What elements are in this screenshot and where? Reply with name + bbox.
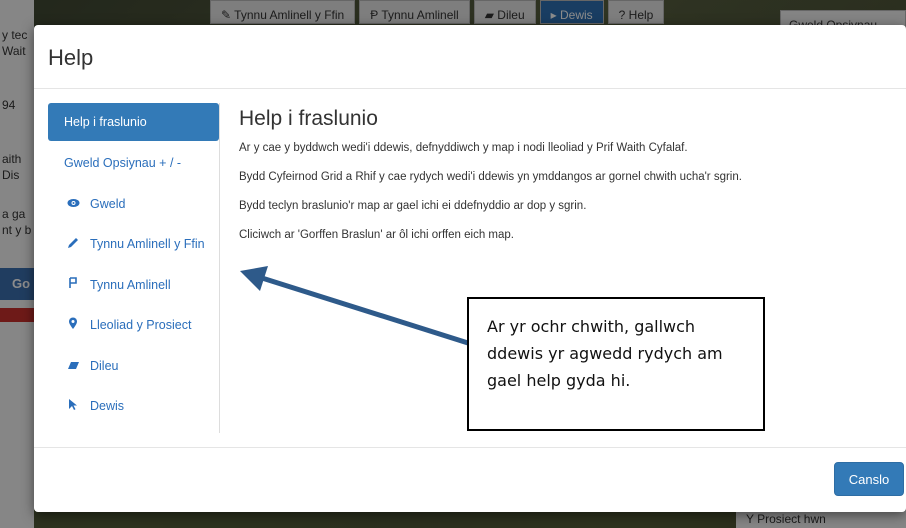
nav-item-label: Dileu <box>90 358 119 373</box>
nav-item-label: Dewis <box>90 399 125 414</box>
help-paragraph: Bydd teclyn braslunio'r map ar gael ichi… <box>239 200 587 212</box>
help-paragraph: Cliciwch ar 'Gorffen Braslun' ar ôl ichi… <box>239 229 514 241</box>
help-topics-nav: Help i fraslunio Gweld Opsiynau + / - Gw… <box>48 103 220 433</box>
nav-item-draw-outline[interactable]: Tynnu Amlinell <box>48 265 219 306</box>
nav-item-label: Gweld Opsiynau + / - <box>64 156 182 171</box>
nav-item-label: Help i fraslunio <box>64 115 147 129</box>
nav-item-label: Gweld <box>90 196 126 211</box>
eye-icon <box>64 196 82 211</box>
annotation-callout: Ar yr ochr chwith, gallwch ddewis yr agw… <box>467 297 765 431</box>
modal-title: Help <box>48 45 94 70</box>
nav-item-label: Tynnu Amlinell <box>90 277 171 292</box>
nav-item-sketch-help[interactable]: Help i fraslunio <box>48 103 219 141</box>
help-paragraph: Bydd Cyfeirnod Grid a Rhif y cae rydych … <box>239 171 742 183</box>
help-paragraph: Ar y cae y byddwch wedi'i ddewis, defnyd… <box>239 142 688 154</box>
nav-item-label: Tynnu Amlinell y Ffin <box>90 237 205 252</box>
modal-footer: Canslo <box>34 447 906 512</box>
nav-item-project-location[interactable]: Lleoliad y Prosiect <box>48 305 219 346</box>
pencil-icon <box>64 237 82 252</box>
nav-item-view-options[interactable]: Gweld Opsiynau + / - <box>48 143 219 184</box>
nav-item-draw-boundary[interactable]: Tynnu Amlinell y Ffin <box>48 224 219 265</box>
map-marker-icon <box>64 317 82 333</box>
nav-item-select[interactable]: Dewis <box>48 386 219 427</box>
polyline-icon <box>64 277 82 292</box>
help-content: Help i fraslunio Ar y cae y byddwch wedi… <box>239 107 879 257</box>
nav-item-view[interactable]: Gweld <box>48 184 219 225</box>
cancel-button[interactable]: Canslo <box>834 462 904 496</box>
nav-item-delete[interactable]: Dileu <box>48 346 219 387</box>
modal-header: Help <box>34 25 906 89</box>
help-content-title: Help i fraslunio <box>239 107 378 130</box>
help-modal: Help Help i fraslunio Gweld Opsiynau + /… <box>34 25 906 512</box>
cursor-icon <box>64 398 82 414</box>
nav-item-label: Lleoliad y Prosiect <box>90 318 192 333</box>
eraser-icon <box>64 358 82 373</box>
